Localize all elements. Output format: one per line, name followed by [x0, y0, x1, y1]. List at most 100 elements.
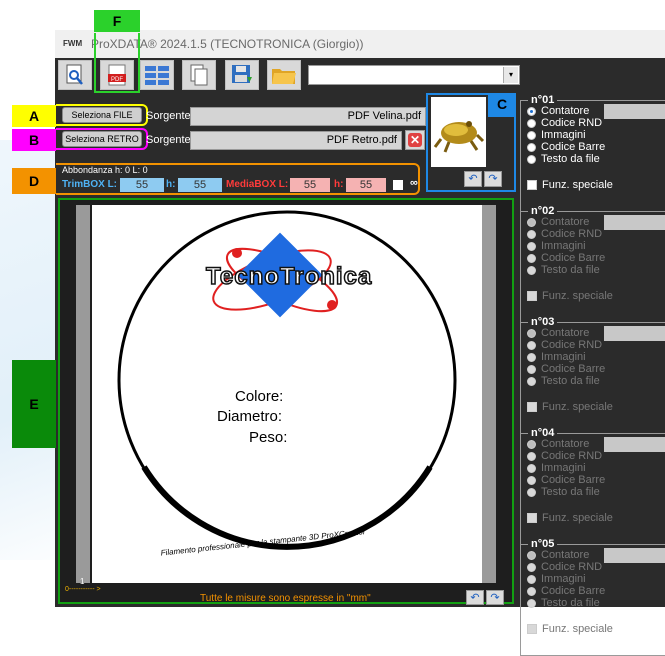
field-option-testo-da-file[interactable]: Testo da file — [527, 375, 600, 387]
field-option-immagini[interactable]: Immagini — [527, 129, 586, 141]
field-option-codice-rnd[interactable]: Codice RND — [527, 450, 602, 462]
infinite-checkbox[interactable] — [393, 180, 403, 190]
field-option-contatore[interactable]: Contatore — [527, 327, 589, 339]
counter-value-field[interactable] — [604, 326, 665, 341]
radio-icon[interactable] — [527, 142, 536, 152]
radio-icon[interactable] — [527, 241, 536, 251]
special-function-checkbox-row[interactable]: Funz. speciale — [527, 512, 613, 524]
field-option-immagini[interactable]: Immagini — [527, 351, 586, 363]
field-option-codice-barre[interactable]: Codice Barre — [527, 585, 605, 597]
special-function-label: Funz. speciale — [542, 512, 613, 524]
radio-icon[interactable] — [527, 562, 536, 572]
checkbox-icon[interactable] — [527, 624, 537, 634]
preview-button[interactable] — [58, 60, 92, 90]
field-option-label: Testo da file — [541, 264, 600, 276]
redo-icon[interactable]: ↷ — [486, 590, 504, 605]
counter-value-field[interactable] — [604, 437, 665, 452]
field-option-codice-barre[interactable]: Codice Barre — [527, 363, 605, 375]
radio-icon[interactable] — [527, 463, 536, 473]
open-folder-button[interactable] — [267, 60, 301, 90]
field-option-immagini[interactable]: Immagini — [527, 240, 586, 252]
radio-icon[interactable] — [527, 253, 536, 263]
counter-value-field[interactable] — [604, 548, 665, 563]
field-option-label: Contatore — [541, 216, 590, 228]
mediabox-h-input[interactable]: 55 — [346, 178, 386, 192]
counter-value-field[interactable] — [604, 215, 665, 230]
field-option-testo-da-file[interactable]: Testo da file — [527, 486, 600, 498]
field-option-contatore[interactable]: Contatore — [527, 549, 589, 561]
trimbox-h-input[interactable]: 55 — [178, 178, 222, 192]
special-function-checkbox-row[interactable]: Funz. speciale — [527, 179, 613, 191]
source-retro-field[interactable]: PDF Retro.pdf — [190, 131, 402, 150]
field-option-codice-rnd[interactable]: Codice RND — [527, 117, 602, 129]
counter-value-field[interactable] — [604, 104, 665, 119]
radio-icon[interactable] — [527, 376, 536, 386]
undo-icon[interactable]: ↶ — [466, 590, 484, 605]
source-file-field[interactable]: PDF Velina.pdf — [190, 107, 426, 126]
profile-combo[interactable]: ▾ — [308, 65, 520, 85]
field-option-immagini[interactable]: Immagini — [527, 462, 586, 474]
field-option-label: Codice Barre — [541, 141, 606, 153]
radio-icon[interactable] — [527, 217, 536, 227]
radio-icon[interactable] — [527, 586, 536, 596]
radio-icon[interactable] — [527, 118, 536, 128]
field-option-immagini[interactable]: Immagini — [527, 573, 586, 585]
field-option-label: Codice RND — [541, 228, 603, 240]
copy-pages-icon — [190, 64, 208, 86]
special-function-checkbox-row[interactable]: Funz. speciale — [527, 290, 613, 302]
field-option-codice-rnd[interactable]: Codice RND — [527, 339, 602, 351]
field-option-label: Testo da file — [541, 597, 600, 609]
field-option-label: Codice RND — [541, 117, 603, 129]
radio-icon[interactable] — [527, 130, 536, 140]
checkbox-icon[interactable] — [527, 291, 537, 301]
field-colore: Colore: — [235, 388, 284, 405]
rotate-left-icon[interactable]: ↶ — [464, 171, 482, 187]
field-option-testo-da-file[interactable]: Testo da file — [527, 597, 600, 609]
field-option-codice-rnd[interactable]: Codice RND — [527, 228, 602, 240]
checkbox-icon[interactable] — [527, 180, 537, 190]
mediabox-l-input[interactable]: 55 — [290, 178, 330, 192]
radio-icon[interactable] — [527, 550, 536, 560]
frog-icon — [433, 121, 485, 153]
special-function-checkbox-row[interactable]: Funz. speciale — [527, 401, 613, 413]
radio-icon[interactable] — [527, 265, 536, 275]
special-function-checkbox-row[interactable]: Funz. speciale — [527, 623, 613, 635]
radio-icon[interactable] — [527, 439, 536, 449]
field-option-codice-barre[interactable]: Codice Barre — [527, 474, 605, 486]
trimbox-l-input[interactable]: 55 — [120, 178, 164, 192]
field-option-label: Contatore — [541, 438, 590, 450]
radio-icon[interactable] — [527, 364, 536, 374]
grid-button[interactable] — [140, 60, 174, 90]
folder-icon — [272, 69, 296, 84]
field-option-label: Codice RND — [541, 339, 603, 351]
radio-icon[interactable] — [527, 352, 536, 362]
field-option-contatore[interactable]: Contatore — [527, 438, 589, 450]
checkbox-icon[interactable] — [527, 402, 537, 412]
select-file-button[interactable]: Seleziona FILE — [62, 107, 142, 123]
radio-icon[interactable] — [527, 475, 536, 485]
field-option-codice-barre[interactable]: Codice Barre — [527, 141, 605, 153]
radio-icon[interactable] — [527, 106, 536, 116]
radio-icon[interactable] — [527, 451, 536, 461]
radio-icon[interactable] — [527, 574, 536, 584]
rotate-right-icon[interactable]: ↷ — [484, 171, 502, 187]
field-option-contatore[interactable]: Contatore — [527, 216, 589, 228]
field-option-contatore[interactable]: Contatore — [527, 105, 589, 117]
field-option-testo-da-file[interactable]: Testo da file — [527, 153, 600, 165]
radio-icon[interactable] — [527, 154, 536, 164]
radio-icon[interactable] — [527, 598, 536, 608]
copy-pages-button[interactable] — [182, 60, 216, 90]
radio-icon[interactable] — [527, 487, 536, 497]
save-button[interactable] — [225, 60, 259, 90]
chevron-down-icon[interactable]: ▾ — [503, 67, 518, 83]
radio-icon[interactable] — [527, 229, 536, 239]
radio-icon[interactable] — [527, 340, 536, 350]
field-option-testo-da-file[interactable]: Testo da file — [527, 264, 600, 276]
checkbox-icon[interactable] — [527, 513, 537, 523]
remove-retro-button[interactable]: ✕ — [405, 130, 425, 150]
image-preview[interactable] — [431, 97, 486, 167]
field-option-codice-rnd[interactable]: Codice RND — [527, 561, 602, 573]
radio-icon[interactable] — [527, 328, 536, 338]
field-option-codice-barre[interactable]: Codice Barre — [527, 252, 605, 264]
select-retro-button[interactable]: Seleziona RETRO — [62, 131, 142, 147]
